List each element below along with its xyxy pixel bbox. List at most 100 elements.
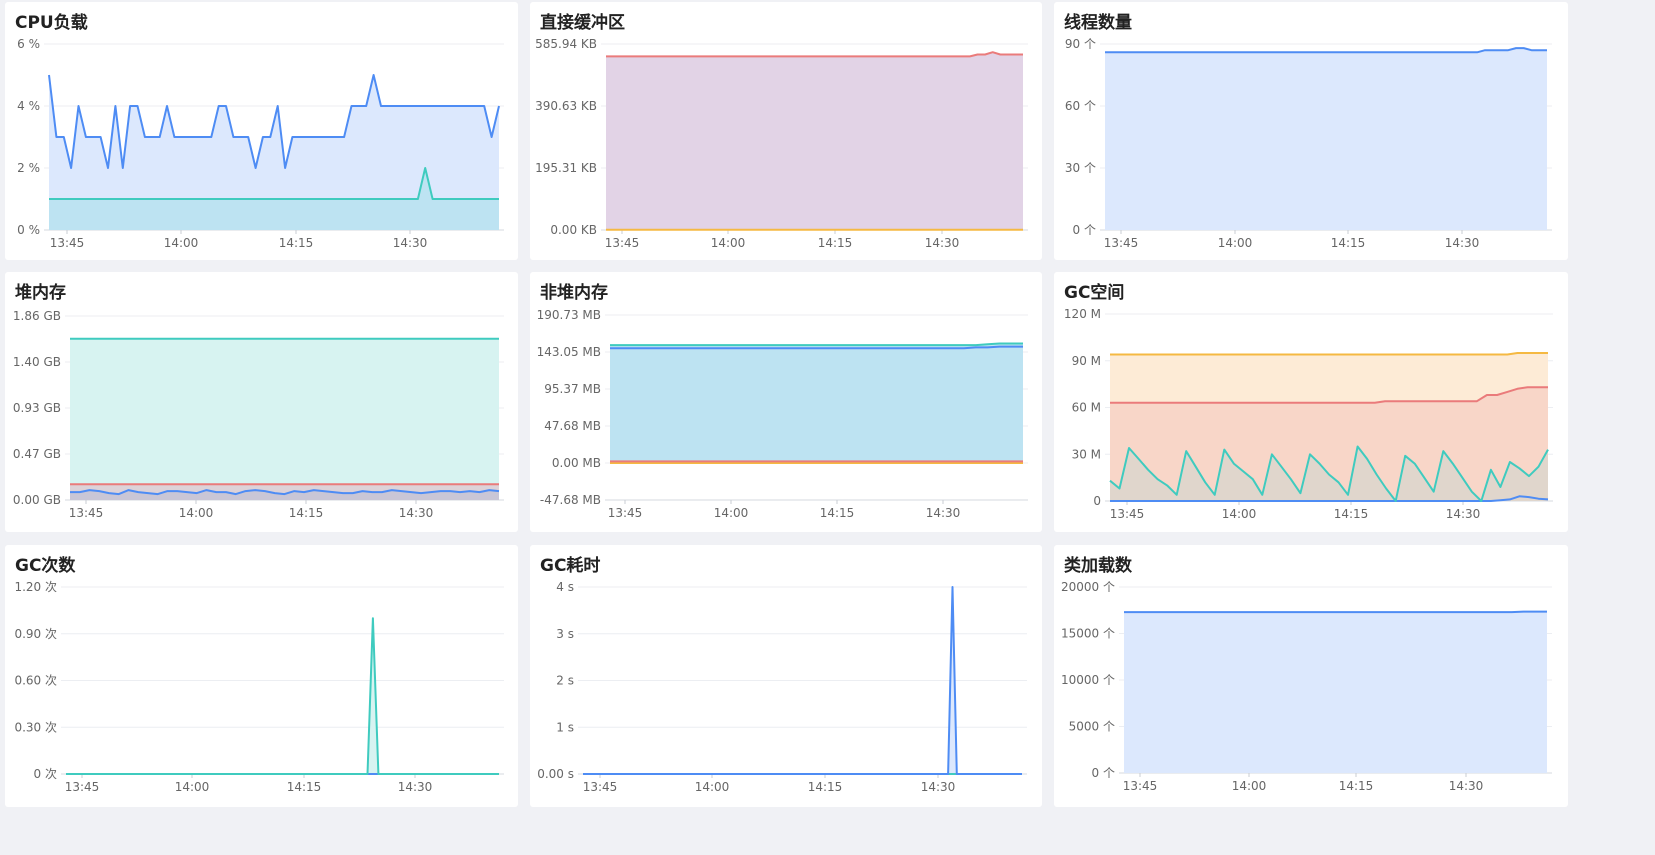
x-tick-label: 14:15 bbox=[808, 780, 843, 794]
chart-panel-gctime: GC耗时 0.00 s1 s2 s3 s4 s 13:45 14:00 14:15 14:… bbox=[530, 545, 1042, 807]
x-tick-label: 14:15 bbox=[287, 780, 322, 794]
y-tick-label: 5000 个 bbox=[1069, 720, 1115, 734]
x-tick-label: 14:15 bbox=[289, 506, 324, 520]
x-tick-label: 13:45 bbox=[583, 780, 618, 794]
chart-svg: 0 个 5000 个 10000 个 15000 个 20000 个 13:45 14:00… bbox=[1061, 580, 1552, 793]
x-tick-label: 14:30 bbox=[925, 236, 960, 250]
series-line-0 bbox=[1110, 352, 1548, 356]
y-tick-label: 60 个 bbox=[1065, 99, 1096, 113]
chart-panel-gccount: GC次数 0 次 0.30 次 0.60 次 0.90 次 1.20 次 13:45 14:0… bbox=[5, 545, 518, 807]
chart-panel-cpu: CPU负载 0 % 2 % 4 % 6 % 13:45 14:00 14:15 14:30 bbox=[5, 2, 518, 260]
series-area-0 bbox=[606, 52, 1023, 231]
y-tick-label: 143.05 MB bbox=[537, 345, 601, 359]
chart-svg: 0.00 KB 195.31 KB 390.63 KB 585.94 KB 13:45 1… bbox=[535, 37, 1028, 250]
chart-svg: 0 % 2 % 4 % 6 % 13:45 14:00 14:15 14:30 bbox=[17, 37, 504, 250]
x-tick-label: 14:30 bbox=[398, 780, 433, 794]
y-tick-label: 20000 个 bbox=[1061, 580, 1115, 594]
y-tick-label: 10000 个 bbox=[1061, 673, 1115, 687]
y-tick-label: 0 个 bbox=[1073, 223, 1096, 237]
series-area-0 bbox=[66, 618, 499, 774]
x-tick-label: 14:30 bbox=[1445, 236, 1480, 250]
chart-svg: 0.00 GB 0.47 GB 0.93 GB 1.40 GB 1.86 GB 13:45… bbox=[13, 309, 504, 520]
y-tick-label: 6 % bbox=[17, 37, 40, 51]
x-tick-label: 14:15 bbox=[818, 236, 853, 250]
x-tick-label: 14:30 bbox=[926, 506, 961, 520]
y-tick-label: 0.47 GB bbox=[13, 447, 61, 461]
y-tick-label: 0.00 KB bbox=[550, 223, 597, 237]
series-line-0 bbox=[610, 342, 1023, 347]
y-tick-label: 1.86 GB bbox=[13, 309, 61, 323]
x-tick-label: 14:00 bbox=[179, 506, 214, 520]
chart-panel-direct: 直接缓冲区 0.00 KB 195.31 KB 390.63 KB 585.94 KB 1… bbox=[530, 2, 1042, 260]
x-tick-label: 13:45 bbox=[605, 236, 640, 250]
chart-svg: 0 个 30 个 60 个 90 个 13:45 14:00 14:15 14:30 bbox=[1065, 37, 1552, 250]
y-tick-label: 30 个 bbox=[1065, 161, 1096, 175]
y-tick-label: 585.94 KB bbox=[535, 37, 597, 51]
x-tick-label: 14:15 bbox=[1339, 779, 1374, 793]
y-tick-label: -47.68 MB bbox=[540, 493, 601, 507]
y-tick-label: 0.00 s bbox=[537, 767, 574, 781]
x-tick-label: 14:15 bbox=[1334, 507, 1369, 521]
x-tick-label: 14:00 bbox=[1218, 236, 1253, 250]
series-line-0 bbox=[1105, 47, 1547, 54]
y-tick-label: 4 s bbox=[556, 580, 574, 594]
y-tick-label: 4 % bbox=[17, 99, 40, 113]
y-tick-label: 1 s bbox=[556, 720, 574, 734]
x-tick-label: 14:15 bbox=[1331, 236, 1366, 250]
chart-svg: 0.00 s 1 s 2 s 3 s 4 s 13:45 14:00 14:15 14:30 bbox=[537, 580, 1027, 794]
x-tick-label: 13:45 bbox=[1123, 779, 1158, 793]
x-tick-label: 13:45 bbox=[1104, 236, 1139, 250]
x-tick-label: 14:15 bbox=[820, 506, 855, 520]
y-tick-label: 190.73 MB bbox=[537, 308, 601, 322]
x-tick-label: 14:00 bbox=[1222, 507, 1257, 521]
series-area-0 bbox=[1105, 48, 1547, 230]
chart-svg: 0 30 M 60 M 90 M 120 M 13:45 14:00 14:15 14:30 bbox=[1064, 307, 1553, 521]
y-tick-label: 0.93 GB bbox=[13, 401, 61, 415]
y-tick-label: 3 s bbox=[556, 627, 574, 641]
x-tick-label: 14:30 bbox=[399, 506, 434, 520]
x-tick-label: 14:00 bbox=[711, 236, 746, 250]
chart-panel-classes: 类加载数 0 个 5000 个 10000 个 15000 个 20000 个 13:45 1… bbox=[1054, 545, 1568, 807]
series-line-0 bbox=[66, 617, 499, 775]
series-line-0 bbox=[606, 51, 1023, 58]
series-line-0 bbox=[1124, 610, 1547, 614]
x-tick-label: 14:30 bbox=[1449, 779, 1484, 793]
y-tick-label: 2 % bbox=[17, 161, 40, 175]
series-area-0 bbox=[610, 343, 1023, 464]
y-tick-label: 60 M bbox=[1072, 401, 1101, 415]
chart-panel-heap: 堆内存 0.00 GB 0.47 GB 0.93 GB 1.40 GB 1.86 GB 13… bbox=[5, 272, 518, 532]
y-tick-label: 0.00 MB bbox=[552, 456, 601, 470]
y-tick-label: 0 个 bbox=[1092, 766, 1115, 780]
y-tick-label: 90 M bbox=[1072, 354, 1101, 368]
y-tick-label: 90 个 bbox=[1065, 37, 1096, 51]
series-area-0 bbox=[1124, 611, 1547, 773]
y-tick-label: 0 % bbox=[17, 223, 40, 237]
y-tick-label: 120 M bbox=[1064, 307, 1101, 321]
x-tick-label: 14:15 bbox=[279, 236, 314, 250]
y-tick-label: 390.63 KB bbox=[535, 99, 597, 113]
x-tick-label: 14:00 bbox=[175, 780, 210, 794]
x-tick-label: 14:30 bbox=[1446, 507, 1481, 521]
y-tick-label: 195.31 KB bbox=[535, 161, 597, 175]
chart-panel-threads: 线程数量 0 个 30 个 60 个 90 个 13:45 14:00 14:15 14:30 bbox=[1054, 2, 1568, 260]
chart-panel-nonheap: 非堆内存 -47.68 MB 0.00 MB 47.68 MB 95.37 MB 143.… bbox=[530, 272, 1042, 532]
y-tick-label: 30 M bbox=[1072, 447, 1101, 461]
chart-svg: 0 次 0.30 次 0.60 次 0.90 次 1.20 次 13:45 14:00 14:… bbox=[14, 580, 504, 794]
y-tick-label: 47.68 MB bbox=[544, 419, 601, 433]
x-tick-label: 13:45 bbox=[1110, 507, 1145, 521]
x-tick-label: 13:45 bbox=[50, 236, 85, 250]
x-tick-label: 14:00 bbox=[695, 780, 730, 794]
y-tick-label: 0.30 次 bbox=[14, 720, 57, 734]
chart-svg: -47.68 MB 0.00 MB 47.68 MB 95.37 MB 143.05 M… bbox=[537, 308, 1028, 520]
x-tick-label: 14:30 bbox=[921, 780, 956, 794]
y-tick-label: 0.60 次 bbox=[14, 674, 57, 688]
series-area-0 bbox=[70, 338, 499, 500]
y-tick-label: 1.40 GB bbox=[13, 355, 61, 369]
x-tick-label: 13:45 bbox=[69, 506, 104, 520]
y-tick-label: 0 bbox=[1093, 494, 1101, 508]
x-tick-label: 13:45 bbox=[65, 780, 100, 794]
y-tick-label: 0.00 GB bbox=[13, 493, 61, 507]
chart-panel-gcspace: GC空间 0 30 M 60 M 90 M 120 M 13:45 14:00 14:15 14:… bbox=[1054, 272, 1568, 532]
y-tick-label: 0.90 次 bbox=[14, 627, 57, 641]
x-tick-label: 14:00 bbox=[714, 506, 749, 520]
